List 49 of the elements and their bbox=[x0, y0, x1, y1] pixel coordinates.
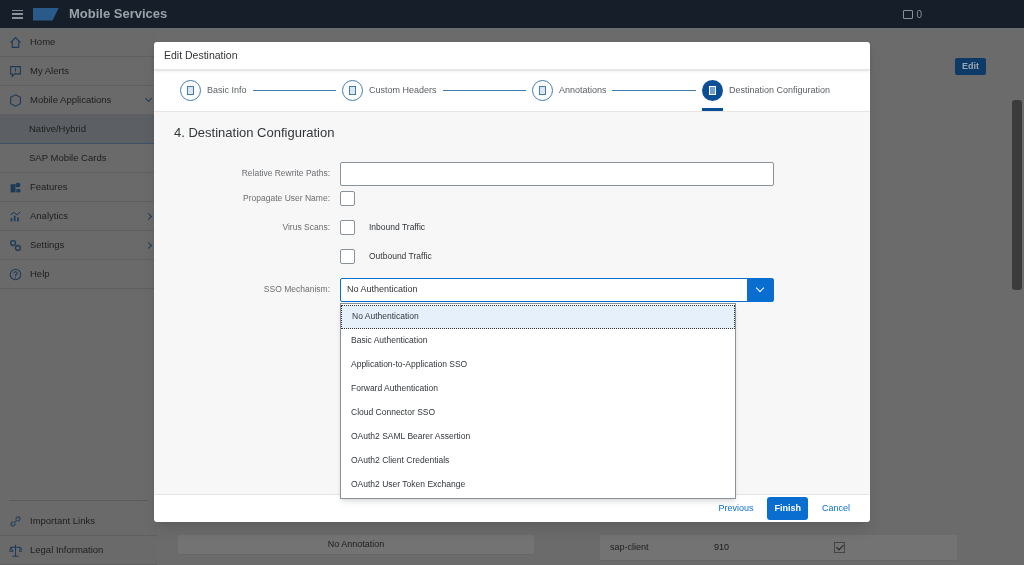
checkbox[interactable] bbox=[834, 542, 845, 553]
checkbox[interactable] bbox=[340, 248, 355, 264]
dropdown-option[interactable]: OAuth2 User Token Exchange bbox=[341, 472, 735, 497]
checkbox-label: Outbound Traffic bbox=[369, 249, 432, 263]
dialog-title: Edit Destination bbox=[154, 42, 870, 70]
features-icon bbox=[9, 180, 22, 194]
wizard-step[interactable]: Custom Headers bbox=[341, 70, 437, 111]
sidebar-item[interactable]: Legal Information bbox=[0, 536, 157, 565]
scales-icon bbox=[9, 543, 22, 557]
field-label: SSO Mechanism: bbox=[262, 283, 331, 296]
table-cell: No Annotation bbox=[178, 535, 534, 555]
field-label: Virus Scans: bbox=[281, 220, 331, 234]
checkbox[interactable] bbox=[340, 190, 355, 206]
help-icon bbox=[9, 267, 22, 281]
table-cell-text: 910 bbox=[714, 540, 731, 554]
link-icon bbox=[9, 514, 22, 528]
alert-icon bbox=[9, 64, 22, 78]
checkbox-label: Inbound Traffic bbox=[369, 220, 426, 234]
table-cell-text: sap-client bbox=[609, 540, 650, 554]
text-input[interactable] bbox=[340, 161, 774, 186]
wizard-step[interactable]: Basic Info bbox=[180, 70, 247, 111]
home-icon bbox=[9, 35, 22, 49]
dropdown-option[interactable]: No Authentication bbox=[341, 304, 735, 329]
app-title: Mobile Services bbox=[69, 5, 168, 24]
wizard-step[interactable]: Destination Configuration bbox=[701, 70, 830, 111]
notification-count: 0 bbox=[916, 7, 922, 22]
link-button[interactable]: Previous bbox=[714, 497, 758, 520]
finish-button[interactable]: Finish bbox=[767, 497, 808, 520]
gears-icon bbox=[9, 238, 22, 252]
field-label: Relative Rewrite Paths: bbox=[240, 167, 331, 180]
logo-icon bbox=[33, 7, 59, 21]
checkbox[interactable] bbox=[340, 219, 355, 235]
notification-icon[interactable] bbox=[903, 9, 914, 19]
dropdown-option[interactable]: OAuth2 Client Credentials bbox=[341, 448, 735, 473]
dropdown-button[interactable] bbox=[747, 278, 773, 301]
dropdown-option[interactable]: Basic Authentication bbox=[341, 328, 735, 353]
section-heading: 4. Destination Configuration bbox=[173, 124, 335, 142]
field-label: Propagate User Name: bbox=[242, 191, 331, 205]
dropdown-option[interactable]: Forward Authentication bbox=[341, 376, 735, 401]
dropdown-option[interactable]: OAuth2 SAML Bearer Assertion bbox=[341, 424, 735, 449]
scrollbar[interactable] bbox=[1012, 100, 1022, 290]
dropdown-option[interactable]: Application-to-Application SSO bbox=[341, 352, 735, 377]
wizard-step[interactable]: Annotations bbox=[531, 70, 607, 111]
menu-icon[interactable] bbox=[12, 9, 23, 19]
link-button[interactable]: Cancel bbox=[818, 497, 854, 520]
hexagon-icon bbox=[9, 93, 22, 107]
edit-button[interactable]: Edit bbox=[955, 58, 986, 75]
dropdown-option[interactable]: Cloud Connector SSO bbox=[341, 400, 735, 425]
bar-chart-icon bbox=[9, 209, 22, 223]
